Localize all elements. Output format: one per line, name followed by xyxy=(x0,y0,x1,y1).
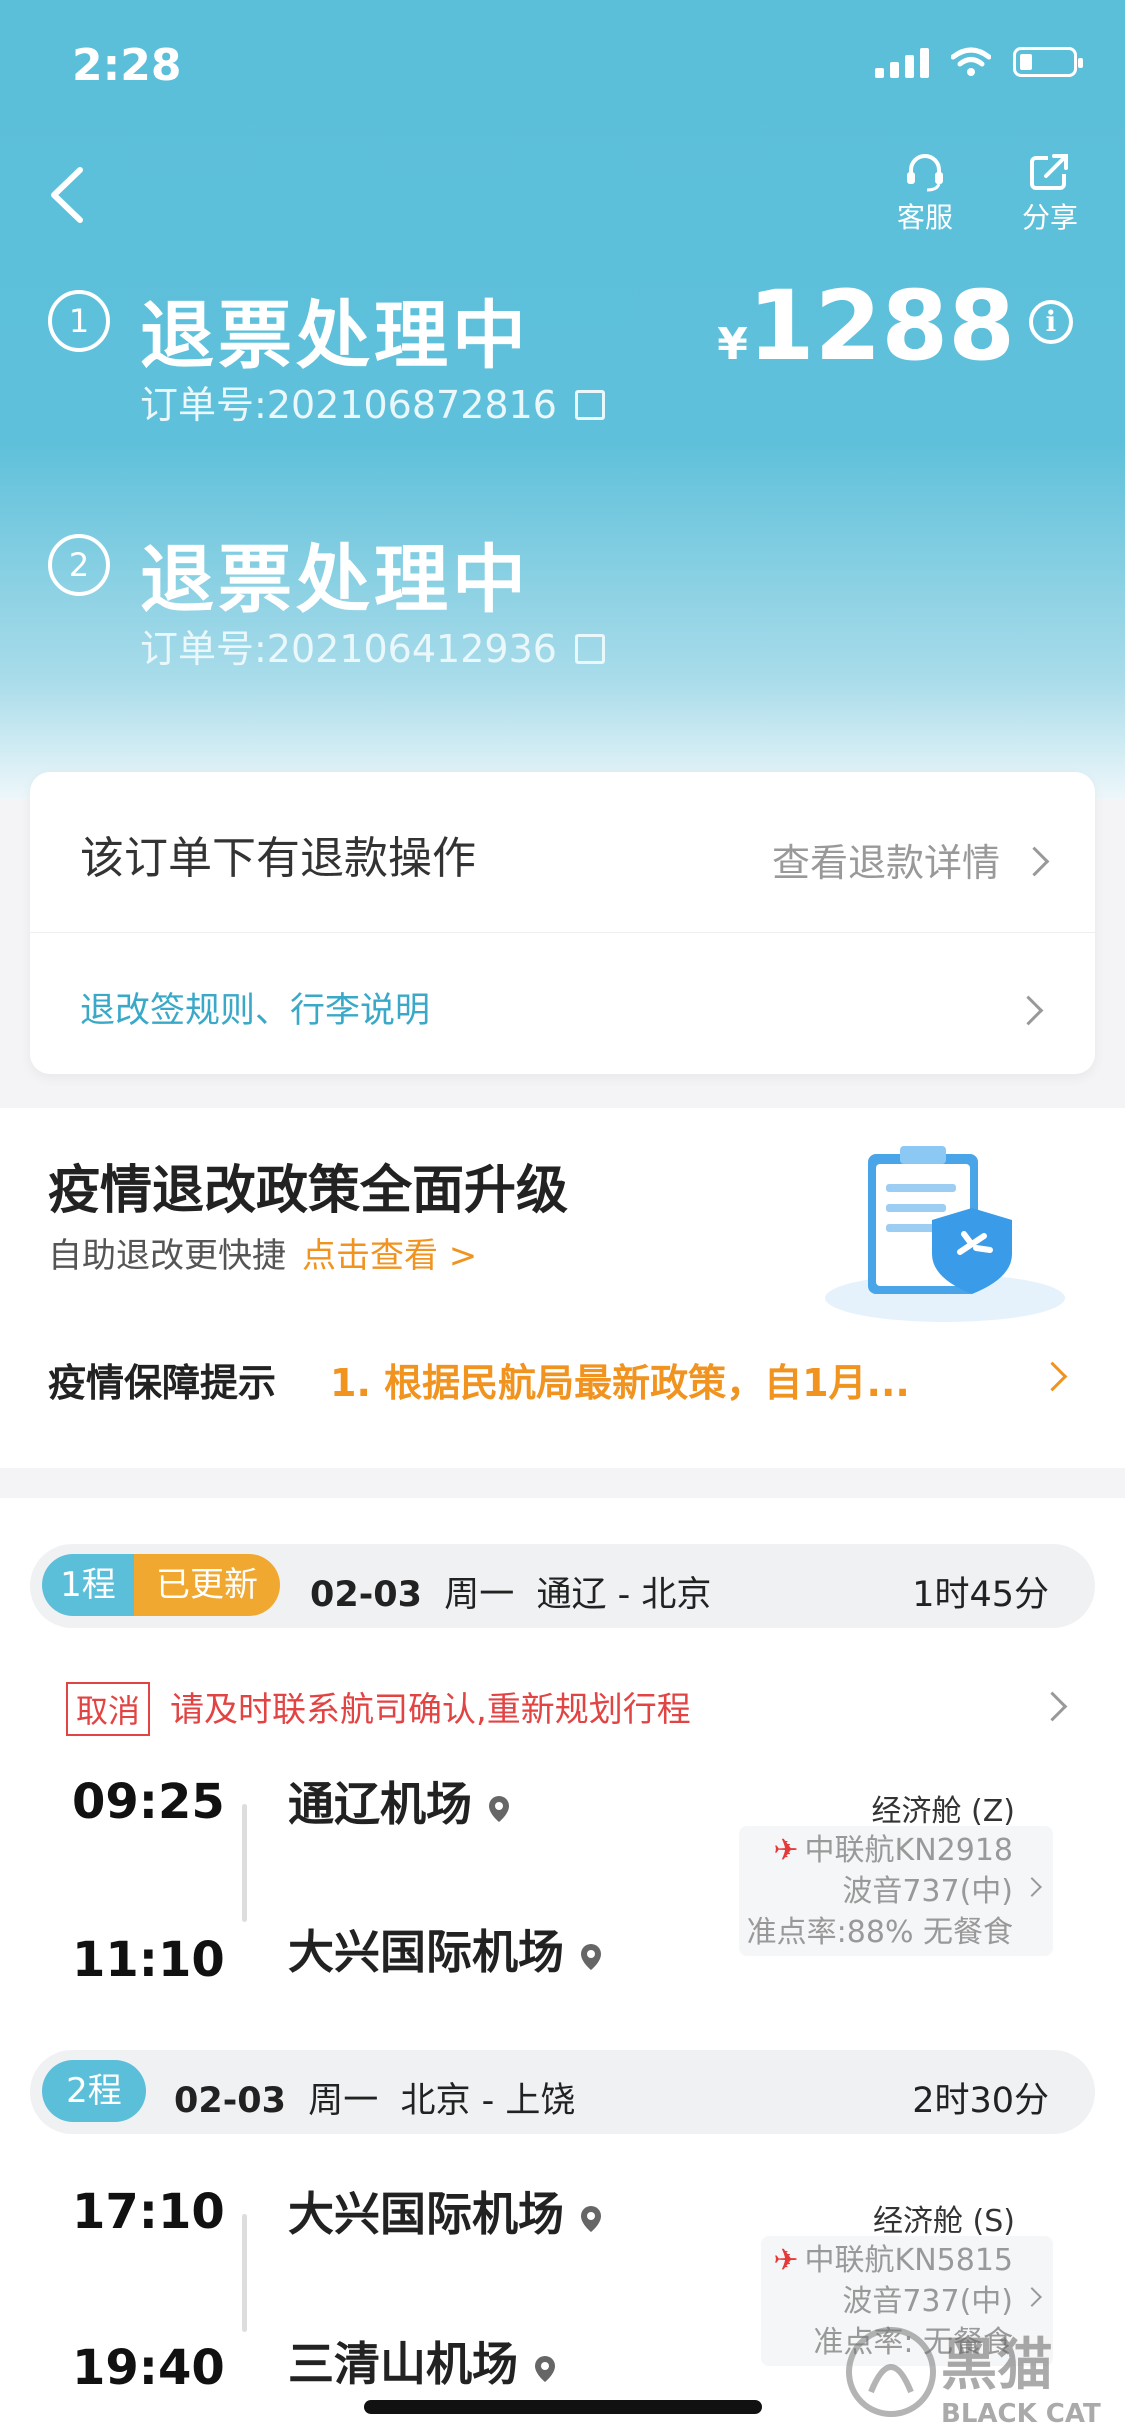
rules-link[interactable]: 退改签规则、行李说明 xyxy=(80,982,430,1033)
segment-date: 02-03 xyxy=(174,2081,286,2121)
total-price: ¥1288 xyxy=(717,270,1015,382)
route-line xyxy=(242,2214,247,2332)
policy-section: 疫情退改政策全面升级 自助退改更快捷 点击查看 > 疫情保障提示 1. 根据民航局… xyxy=(0,1108,1125,1468)
wifi-icon xyxy=(951,47,991,76)
flight-info-box[interactable]: ✈ 中联航KN2918 波音737(中) 准点率:88% 无餐食 xyxy=(739,1826,1053,1956)
segment-route: 通辽 - 北京 xyxy=(536,1575,712,1615)
order-number: 订单号:202106412936 xyxy=(140,618,605,673)
arrival-time: 19:40 xyxy=(72,2340,225,2396)
flight-segments: 1程 已更新 02-03 周一 通辽 - 北京 1时45分 取消 请及时联系航司… xyxy=(0,1498,1125,2436)
segment-duration: 1时45分 xyxy=(912,1575,1049,1615)
price-currency: ¥ xyxy=(717,319,748,370)
epidemic-tip-text[interactable]: 1. 根据民航局最新政策，自1月... xyxy=(330,1352,910,1407)
departure-time: 17:10 xyxy=(72,2184,225,2240)
segment-weekday: 周一 xyxy=(444,1575,515,1615)
cancel-tag: 取消 xyxy=(66,1682,151,1736)
updated-badge: 已更新 xyxy=(134,1554,280,1616)
order-number: 订单号:202106872816 xyxy=(140,374,605,429)
chevron-right-icon xyxy=(1022,1877,1042,1897)
refund-card: 该订单下有退款操作 查看退款详情 退改签规则、行李说明 xyxy=(30,772,1095,1074)
leg-badge: 1程 xyxy=(42,1554,134,1616)
customer-service-label: 客服 xyxy=(896,201,953,234)
policy-view-link[interactable]: 点击查看 > xyxy=(302,1236,477,1276)
segment-header: 2程 02-03 周一 北京 - 上饶 2时30分 xyxy=(30,2050,1095,2134)
order-status: 退票处理中 xyxy=(140,537,530,623)
airport-name: 大兴国际机场 xyxy=(288,1925,564,1979)
watermark-sub: BLACK CAT xyxy=(941,2399,1101,2429)
location-pin-icon xyxy=(581,2206,601,2232)
segment-duration: 2时30分 xyxy=(912,2081,1049,2121)
price-amount: 1288 xyxy=(747,270,1015,382)
share-button[interactable]: 分享 xyxy=(1005,152,1095,236)
share-icon xyxy=(1030,154,1068,190)
status-time: 2:28 xyxy=(72,40,182,91)
clipboard-shield-icon xyxy=(825,1146,1065,1322)
epidemic-tip-label: 疫情保障提示 xyxy=(48,1361,277,1405)
segment-info: 02-03 周一 北京 - 上饶 xyxy=(174,2072,575,2123)
departure-airport[interactable]: 通辽机场 xyxy=(288,1768,514,1834)
chevron-right-icon[interactable] xyxy=(1037,1691,1068,1722)
segment-weekday: 周一 xyxy=(308,2081,379,2121)
segment-route: 北京 - 上饶 xyxy=(400,2081,576,2121)
aircraft-type: 波音737(中) xyxy=(842,2284,1013,2319)
departure-time: 09:25 xyxy=(72,1774,225,1830)
cabin-class: 经济舱 (Z) xyxy=(871,1794,1016,1829)
policy-title: 疫情退改政策全面升级 xyxy=(48,1161,569,1221)
headset-icon xyxy=(907,154,943,192)
segment-date: 02-03 xyxy=(310,1575,422,1615)
cancel-message[interactable]: 请及时联系航司确认,重新规划行程 xyxy=(170,1682,691,1731)
policy-subtitle: 自助退改更快捷 点击查看 > xyxy=(48,1228,477,1277)
arrival-time: 11:10 xyxy=(72,1932,225,1988)
refund-detail-label: 查看退款详情 xyxy=(771,841,1000,885)
arrival-airport[interactable]: 大兴国际机场 xyxy=(288,1916,606,1982)
battery-icon xyxy=(1013,47,1083,77)
flight-number: 中联航KN5815 xyxy=(804,2243,1013,2278)
order-status: 退票处理中 xyxy=(140,293,530,379)
departure-airport[interactable]: 大兴国际机场 xyxy=(288,2178,606,2244)
copy-icon[interactable] xyxy=(574,390,605,420)
arrival-airport[interactable]: 三清山机场 xyxy=(288,2328,560,2394)
policy-subtitle-text: 自助退改更快捷 xyxy=(48,1236,286,1276)
copy-icon[interactable] xyxy=(574,634,605,664)
watermark-text: 黑猫 xyxy=(941,2333,1053,2398)
ontime-rate: 准点率:88% 无餐食 xyxy=(746,1915,1013,1950)
airline-logo-icon: ✈ xyxy=(773,2243,799,2278)
leg-badge: 2程 xyxy=(42,2060,146,2122)
chevron-right-icon xyxy=(1019,846,1050,877)
refund-detail-link[interactable]: 查看退款详情 xyxy=(771,832,1050,887)
airport-name: 三清山机场 xyxy=(288,2337,518,2391)
airport-name: 大兴国际机场 xyxy=(288,2187,564,2241)
back-icon[interactable] xyxy=(40,160,100,230)
cabin-class: 经济舱 (S) xyxy=(873,2204,1015,2239)
order-number-text: 订单号:202106412936 xyxy=(140,627,557,671)
chevron-right-icon xyxy=(1022,2287,1042,2307)
home-indicator[interactable] xyxy=(364,2400,762,2414)
segment-header: 1程 已更新 02-03 周一 通辽 - 北京 1时45分 xyxy=(30,1544,1095,1628)
chevron-right-icon[interactable] xyxy=(1013,995,1044,1026)
signal-icon xyxy=(875,46,929,78)
segment-info: 02-03 周一 通辽 - 北京 xyxy=(310,1566,711,1617)
route-line xyxy=(242,1804,247,1922)
chevron-right-icon[interactable] xyxy=(1037,1361,1068,1392)
order-index-badge: 2 xyxy=(48,534,110,596)
order-number-text: 订单号:202106872816 xyxy=(140,383,557,427)
info-icon[interactable]: i xyxy=(1029,300,1073,344)
divider xyxy=(30,932,1095,933)
location-pin-icon xyxy=(581,1944,601,1970)
order-index-badge: 1 xyxy=(48,290,110,352)
airport-name: 通辽机场 xyxy=(288,1777,472,1831)
location-pin-icon xyxy=(489,1796,509,1822)
flight-number: 中联航KN2918 xyxy=(804,1833,1013,1868)
customer-service-button[interactable]: 客服 xyxy=(880,152,970,236)
refund-notice: 该订单下有退款操作 xyxy=(80,833,476,884)
black-cat-watermark: 黑猫 BLACK CAT xyxy=(846,2327,1101,2429)
airline-logo-icon: ✈ xyxy=(773,1833,799,1868)
aircraft-type: 波音737(中) xyxy=(842,1874,1013,1909)
share-label: 分享 xyxy=(1021,201,1078,234)
location-pin-icon xyxy=(535,2356,555,2382)
status-icons xyxy=(875,46,1083,78)
